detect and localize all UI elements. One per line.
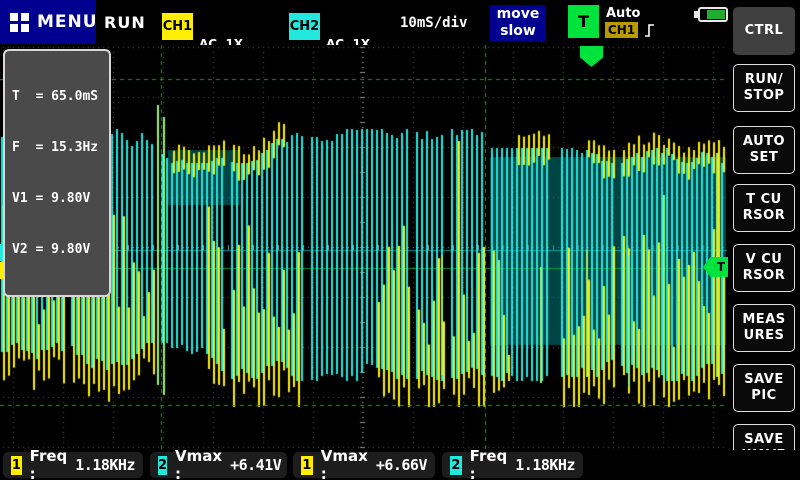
cursor-measurement-box: T = 65.0mS F = 15.3Hz V1 = 9.80V V2 = 9.…	[3, 49, 111, 297]
trigger-source-badge[interactable]: CH1	[605, 22, 638, 38]
save-pic-button[interactable]: SAVEPIC	[733, 364, 795, 412]
ch1-channel-square: 1	[301, 456, 313, 475]
header-bar: MENU RUN CH1 AC 1X 2.5V/div CH2 AC 1X 2.…	[0, 0, 728, 45]
stat-ch2-freq: 2 Freq : 1.18KHz	[442, 452, 583, 478]
trigger-mode[interactable]: Auto	[606, 6, 640, 21]
cursor-time: T = 65.0mS	[12, 88, 102, 105]
rising-edge-icon	[644, 22, 656, 39]
measures-button[interactable]: MEASURES	[733, 304, 795, 352]
cursor-v2: V2 = 9.80V	[12, 241, 102, 258]
trigger-button[interactable]: T	[568, 5, 599, 38]
stat-ch1-freq: 1 Freq : 1.18KHz	[3, 452, 143, 478]
ctrl-button[interactable]: CTRL	[733, 7, 795, 55]
t-cursor-button[interactable]: T CURSOR	[733, 184, 795, 232]
run-status-text: RUN	[104, 13, 146, 32]
ch2-badge[interactable]: CH2	[289, 13, 320, 40]
menu-label: MENU	[37, 12, 98, 32]
side-button-panel: CTRL RUN/STOP AUTOSET T CURSOR V CURSOR …	[728, 0, 800, 480]
timebase-setting[interactable]: 10mS/div	[400, 15, 467, 31]
battery-icon	[694, 7, 728, 22]
menu-button[interactable]: MENU	[0, 0, 96, 44]
measurement-status-bar: 1 Freq : 1.18KHz 2 Vmax : +6.41V 1 Vmax …	[0, 450, 800, 480]
cursor-freq: F = 15.3Hz	[12, 139, 102, 156]
auto-set-button[interactable]: AUTOSET	[733, 126, 795, 174]
ch1-channel-square: 1	[11, 456, 22, 475]
scope-display-area: T = 65.0mS F = 15.3Hz V1 = 9.80V V2 = 9.…	[0, 45, 728, 450]
ch2-channel-square: 2	[450, 456, 462, 475]
menu-grid-icon	[10, 13, 29, 32]
v-cursor-button[interactable]: V CURSOR	[733, 244, 795, 292]
stat-ch2-vmax: 2 Vmax : +6.41V	[150, 452, 287, 478]
cursor-v1: V1 = 9.80V	[12, 190, 102, 207]
oscilloscope-screen: MENU RUN CH1 AC 1X 2.5V/div CH2 AC 1X 2.…	[0, 0, 800, 480]
ch2-channel-square: 2	[158, 456, 167, 475]
ch1-badge[interactable]: CH1	[162, 13, 193, 40]
run-stop-button[interactable]: RUN/STOP	[733, 64, 795, 112]
move-speed-button[interactable]: move slow	[490, 5, 546, 41]
stat-ch1-vmax: 1 Vmax : +6.66V	[293, 452, 435, 478]
